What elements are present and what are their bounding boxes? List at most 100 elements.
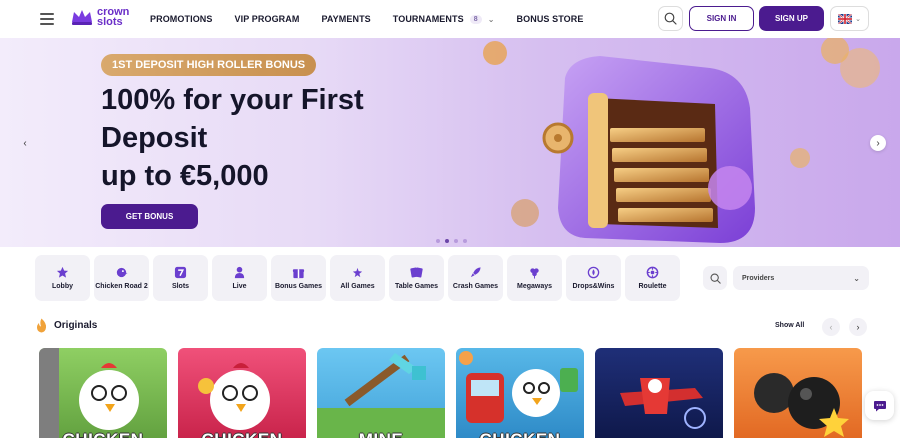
chevron-right-icon: › bbox=[856, 322, 860, 332]
chevron-right-icon: › bbox=[876, 137, 880, 149]
category-bonus-games[interactable]: Bonus Games bbox=[271, 255, 326, 301]
chevron-down-icon: ⌄ bbox=[487, 14, 495, 24]
nav-tournaments[interactable]: TOURNAMENTS 8 ⌄ bbox=[393, 14, 495, 24]
hero-title-line: 100% for your First bbox=[101, 84, 364, 116]
category-label: Chicken Road 2 bbox=[95, 282, 148, 290]
originals-list: CHICKEN CHICKEN MINE bbox=[39, 348, 862, 438]
crown-icon bbox=[72, 10, 92, 25]
category-label: Megaways bbox=[516, 282, 553, 290]
get-bonus-button[interactable]: GET BONUS bbox=[101, 204, 198, 229]
hero-title-line: Deposit bbox=[101, 122, 208, 154]
sign-in-button[interactable]: SIGN IN bbox=[689, 6, 754, 31]
chicken-character-icon bbox=[39, 348, 139, 438]
category-table-games[interactable]: Table Games bbox=[389, 255, 444, 301]
game-search-button[interactable] bbox=[703, 266, 727, 290]
chat-button[interactable] bbox=[865, 391, 894, 420]
cards-icon bbox=[410, 267, 423, 277]
chevron-down-icon: ⌄ bbox=[855, 15, 861, 23]
search-button[interactable] bbox=[658, 6, 683, 31]
game-title: CHICKEN bbox=[39, 430, 167, 438]
category-label: Crash Games bbox=[452, 282, 499, 290]
nav-promotions[interactable]: PROMOTIONS bbox=[150, 14, 213, 24]
category-label: Slots bbox=[171, 282, 190, 290]
chicken-icon bbox=[116, 267, 128, 277]
game-title: CHICKEN bbox=[178, 430, 306, 438]
carousel-dot[interactable] bbox=[436, 239, 440, 243]
hero-title-line: up to €5,000 bbox=[101, 160, 269, 192]
tournaments-count-badge: 8 bbox=[469, 14, 482, 24]
category-crash-games[interactable]: Crash Games bbox=[448, 255, 503, 301]
category-label: Table Games bbox=[394, 282, 439, 290]
category-all-games[interactable]: All Games bbox=[330, 255, 385, 301]
nav-tournaments-label: TOURNAMENTS bbox=[392, 14, 464, 24]
carousel-dot[interactable] bbox=[463, 239, 467, 243]
language-selector[interactable]: ⌄ bbox=[830, 6, 869, 31]
logo-text-slots: slots bbox=[97, 16, 123, 28]
category-megaways[interactable]: Megaways bbox=[507, 255, 562, 301]
game-tile[interactable]: CHICKEN bbox=[39, 348, 167, 438]
hero-badge: 1ST DEPOSIT HIGH ROLLER BONUS bbox=[101, 54, 317, 76]
search-icon bbox=[709, 272, 721, 284]
main-nav: PROMOTIONS VIP PROGRAM PAYMENTS TOURNAME… bbox=[150, 0, 605, 38]
category-label: Lobby bbox=[52, 282, 73, 290]
bomb-icon bbox=[754, 373, 849, 437]
category-live[interactable]: Live bbox=[212, 255, 267, 301]
stars-icon bbox=[352, 267, 363, 277]
logo[interactable]: crown slots bbox=[70, 7, 129, 28]
originals-header: Originals bbox=[35, 318, 97, 333]
originals-next-button[interactable]: › bbox=[849, 318, 867, 336]
nav-bonus-store[interactable]: BONUS STORE bbox=[517, 14, 584, 24]
hero-title: 100% for your First Deposit up to €5,000 bbox=[101, 81, 401, 195]
page: crown slots PROMOTIONS VIP PROGRAM PAYME… bbox=[0, 0, 900, 438]
game-tile[interactable]: CHICKEN bbox=[178, 348, 306, 438]
game-tile[interactable]: CHICKEN bbox=[456, 348, 584, 438]
chevron-left-icon: ‹ bbox=[829, 322, 833, 332]
carousel-dot-active[interactable] bbox=[445, 239, 449, 243]
gift-icon bbox=[292, 268, 305, 278]
category-label: Roulette bbox=[638, 282, 667, 290]
category-chicken-road-2[interactable]: Chicken Road 2 bbox=[94, 255, 149, 301]
hero-banner: 1ST DEPOSIT HIGH ROLLER BONUS 100% for y… bbox=[0, 38, 900, 247]
category-roulette[interactable]: Roulette bbox=[625, 255, 680, 301]
chevron-left-icon: ‹ bbox=[23, 137, 27, 149]
nav-payments[interactable]: PAYMENTS bbox=[321, 14, 370, 24]
chat-icon bbox=[873, 400, 886, 411]
pickaxe-icon bbox=[317, 353, 445, 438]
category-label: All Games bbox=[340, 282, 375, 290]
uk-flag-icon bbox=[838, 13, 853, 24]
top-header: crown slots PROMOTIONS VIP PROGRAM PAYME… bbox=[0, 0, 900, 38]
hero-prev-button[interactable]: ‹ bbox=[17, 135, 33, 151]
chevron-down-icon: ⌄ bbox=[853, 273, 860, 283]
game-tile[interactable] bbox=[595, 348, 723, 438]
originals-prev-button[interactable]: ‹ bbox=[822, 318, 840, 336]
menu-icon[interactable] bbox=[40, 13, 54, 25]
star-icon bbox=[56, 266, 69, 278]
originals-title: Originals bbox=[54, 320, 98, 331]
airplane-icon bbox=[620, 378, 706, 429]
roulette-icon bbox=[646, 266, 659, 278]
game-title: CHICKEN bbox=[456, 430, 584, 438]
sign-up-button[interactable]: SIGN UP bbox=[759, 6, 824, 31]
carousel-dot[interactable] bbox=[454, 239, 458, 243]
nav-vip-program[interactable]: VIP PROGRAM bbox=[235, 14, 300, 24]
category-bar: Lobby Chicken Road 2 Slots Live Bonus Ga… bbox=[35, 255, 680, 301]
game-title: MINE bbox=[317, 430, 445, 438]
hero-next-button[interactable]: › bbox=[870, 135, 886, 151]
drops-icon bbox=[587, 266, 600, 278]
category-label: Live bbox=[232, 282, 247, 290]
chicken-character-icon bbox=[198, 363, 270, 430]
providers-label: Providers bbox=[742, 274, 775, 282]
category-slots[interactable]: Slots bbox=[153, 255, 208, 301]
flame-icon bbox=[36, 318, 47, 333]
seven-icon bbox=[174, 266, 187, 278]
show-all-link[interactable]: Show All bbox=[775, 322, 804, 329]
providers-dropdown[interactable]: Providers ⌄ bbox=[733, 266, 869, 290]
category-label: Drops&Wins bbox=[572, 282, 615, 290]
category-drops-wins[interactable]: Drops&Wins bbox=[566, 255, 621, 301]
category-lobby[interactable]: Lobby bbox=[35, 255, 90, 301]
game-tile[interactable] bbox=[734, 348, 862, 438]
rocket-icon bbox=[470, 266, 481, 277]
game-tile[interactable]: MINE bbox=[317, 348, 445, 438]
search-icon bbox=[664, 12, 677, 25]
carousel-dots bbox=[436, 239, 467, 243]
